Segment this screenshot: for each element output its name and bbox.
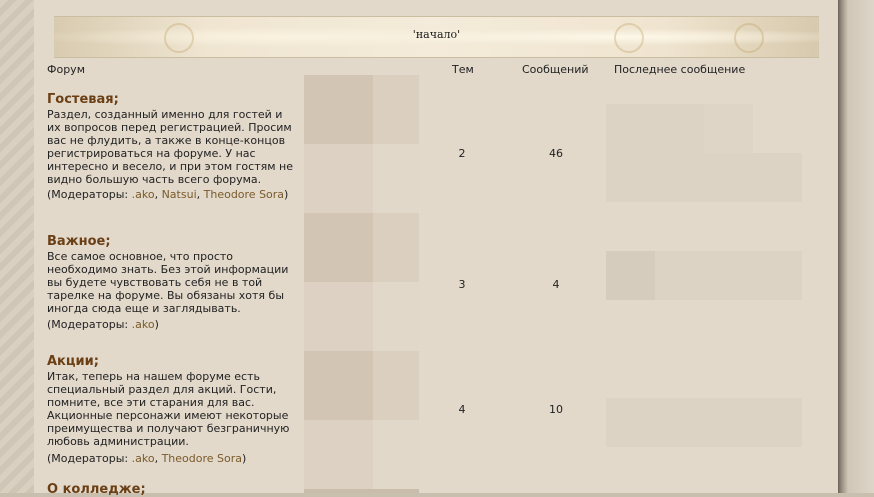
forum-moderators: (Модераторы: .ako) xyxy=(47,318,297,331)
moderator-link[interactable]: Theodore Sora xyxy=(162,452,242,465)
forum-description: Раздел, созданный именно для гостей и их… xyxy=(47,108,293,186)
forum-status-icon xyxy=(373,420,419,489)
moderator-link[interactable]: Natsui xyxy=(162,188,197,201)
forum-banner: 'начало' xyxy=(54,16,819,58)
last-post-placeholder xyxy=(655,251,802,300)
forum-status-icon xyxy=(373,282,419,351)
forum-status-icon xyxy=(304,213,373,282)
moderators-label: (Модераторы: xyxy=(47,188,132,201)
banner-title[interactable]: 'начало' xyxy=(54,28,819,41)
forum-status-icon xyxy=(373,75,419,144)
moderator-link[interactable]: .ako xyxy=(132,188,155,201)
moderator-link[interactable]: Theodore Sora xyxy=(204,188,284,201)
forum-status-icon xyxy=(304,144,373,213)
moderators-close: ) xyxy=(242,452,247,465)
last-post-placeholder xyxy=(606,398,802,447)
column-header-topics: Тем xyxy=(452,63,474,76)
forum-status-icon xyxy=(373,144,419,213)
forum-title-promotions[interactable]: Акции; xyxy=(47,354,99,369)
forum-status-icon xyxy=(373,213,419,282)
last-post-placeholder xyxy=(606,251,655,300)
post-count: 4 xyxy=(552,278,560,291)
last-post-placeholder xyxy=(704,104,753,153)
forum-title-college[interactable]: О колледже; xyxy=(47,482,146,497)
post-count: 10 xyxy=(549,403,563,416)
last-post-placeholder xyxy=(606,153,802,202)
column-header-posts: Сообщений xyxy=(522,63,589,76)
forum-moderators: (Модераторы: .ako, Natsui, Theodore Sora… xyxy=(47,188,289,201)
forum-status-icon xyxy=(304,351,373,420)
forum-status-icon xyxy=(304,489,419,493)
forum-description: Итак, теперь на нашем форуме есть специа… xyxy=(47,370,290,448)
forum-status-icon xyxy=(373,351,419,420)
forum-status-icon xyxy=(304,75,373,144)
moderators-close: ) xyxy=(284,188,289,201)
moderator-link[interactable]: .ako xyxy=(132,452,155,465)
forum-panel: 'начало' Форум Тем Сообщений Последнее с… xyxy=(34,0,838,497)
last-post-placeholder xyxy=(606,104,704,153)
forum-moderators: (Модераторы: .ako, Theodore Sora) xyxy=(47,452,247,465)
moderators-close: ) xyxy=(154,318,159,331)
right-shadow-border xyxy=(838,0,874,493)
forum-title-guest[interactable]: Гостевая; xyxy=(47,92,119,107)
column-header-forum: Форум xyxy=(47,63,85,76)
moderators-label: (Модераторы: xyxy=(47,318,132,331)
column-header-last-post: Последнее сообщение xyxy=(614,63,746,76)
moderators-label: (Модераторы: xyxy=(47,452,132,465)
forum-description: Все самое основное, что просто необходим… xyxy=(47,250,289,315)
forum-status-icon xyxy=(304,282,373,351)
left-wallpaper xyxy=(0,0,34,493)
post-count: 46 xyxy=(549,147,563,160)
topic-count: 4 xyxy=(458,403,466,416)
topic-count: 3 xyxy=(458,278,466,291)
forum-title-important[interactable]: Важное; xyxy=(47,234,111,249)
topic-count: 2 xyxy=(458,147,466,160)
forum-status-icon xyxy=(304,420,373,489)
moderator-link[interactable]: .ako xyxy=(132,318,155,331)
